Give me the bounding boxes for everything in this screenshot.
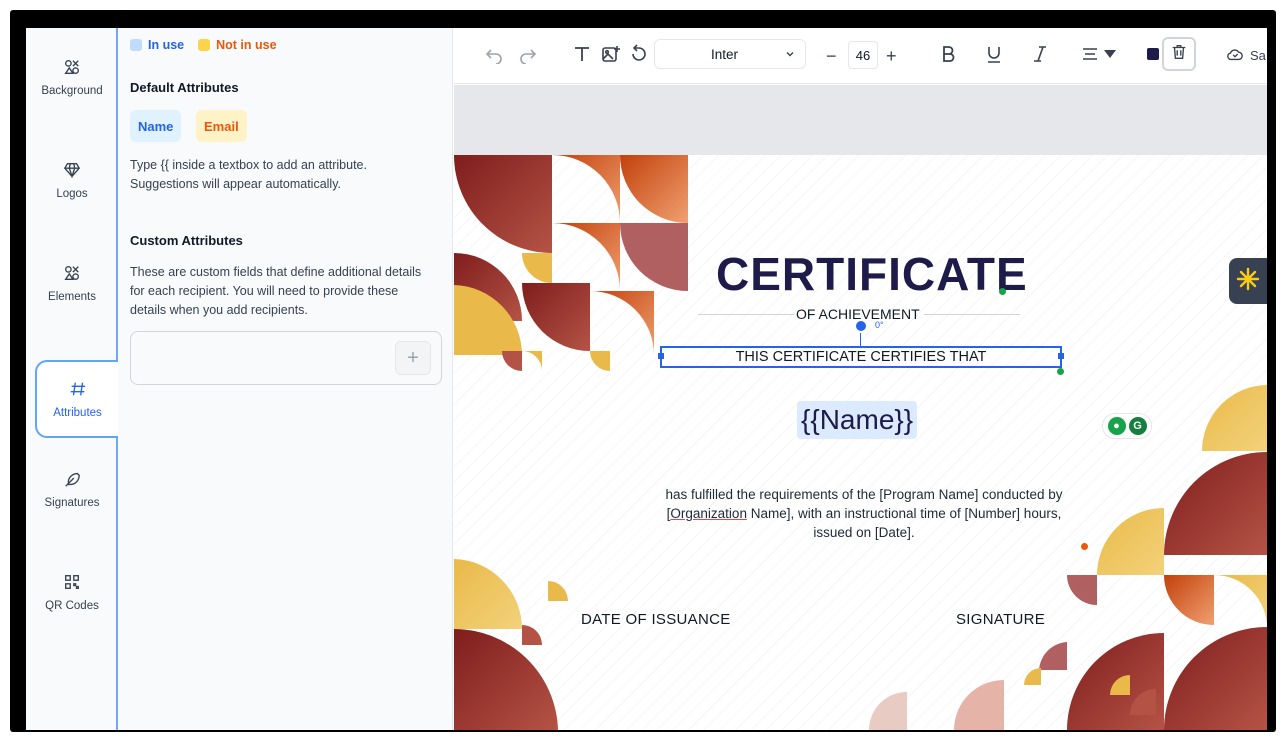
canvas-margin xyxy=(454,85,1267,155)
custom-attribute-input[interactable]: + xyxy=(130,331,442,385)
attribute-chip-name[interactable]: Name xyxy=(130,110,182,142)
reset-button[interactable] xyxy=(629,42,649,70)
resize-handle[interactable] xyxy=(1058,353,1064,359)
rotate-handle[interactable] xyxy=(854,319,868,333)
assistant-widget[interactable] xyxy=(1229,258,1267,304)
default-attributes-help: Type {{ inside a textbox to add an attri… xyxy=(130,158,367,191)
shapes-icon xyxy=(63,58,81,79)
text-align-button[interactable] xyxy=(1080,42,1120,70)
sidebar-item-label: Elements xyxy=(48,290,96,303)
diamond-icon xyxy=(63,161,81,182)
add-attribute-button[interactable]: + xyxy=(395,341,431,375)
underline-button[interactable] xyxy=(984,42,1004,70)
bold-button[interactable] xyxy=(938,42,958,70)
spellcheck-word: Organization xyxy=(670,506,747,521)
font-size-input[interactable]: 46 xyxy=(848,41,878,69)
sidebar-item-elements[interactable]: Elements xyxy=(26,244,118,322)
certificate-canvas[interactable]: CERTIFICATE OF ACHIEVEMENT 0° THIS CERTI… xyxy=(454,155,1267,730)
caret-down-icon xyxy=(1100,44,1120,69)
text-color-swatch[interactable] xyxy=(1147,48,1159,60)
resize-handle[interactable] xyxy=(1057,368,1064,375)
resize-handle[interactable] xyxy=(658,353,664,359)
redo-icon xyxy=(518,44,538,69)
align-center-icon xyxy=(1080,44,1100,69)
custom-attributes-help: These are custom fields that define addi… xyxy=(130,265,422,317)
sidebar-item-label: QR Codes xyxy=(45,599,99,612)
qr-icon xyxy=(63,573,81,594)
not-in-use-swatch xyxy=(198,39,211,51)
name-attribute-placeholder[interactable]: {{Name}} xyxy=(797,401,918,439)
legend-label: In use xyxy=(148,38,185,52)
sidebar-item-background[interactable]: Background xyxy=(26,38,118,116)
add-image-button[interactable] xyxy=(601,42,621,70)
signature-label[interactable]: SIGNATURE xyxy=(956,611,1045,628)
sidebar-item-attributes[interactable]: Attributes xyxy=(35,360,118,438)
decorative-shapes xyxy=(454,155,1267,730)
sidebar-rail: Background Logos Elements Attributes Sig… xyxy=(26,28,118,730)
editor-toolbar: Inter − 46 + Sa xyxy=(454,28,1267,84)
body-line: issued on [Date]. xyxy=(813,525,915,540)
body-text-segment: Name], with an instructional time of [Nu… xyxy=(746,506,1062,521)
font-size-increase-button[interactable]: + xyxy=(886,42,897,70)
certificate-body[interactable]: has fulfilled the requirements of the [P… xyxy=(629,485,1099,542)
selected-textbox[interactable]: THIS CERTIFICATE CERTIFIES THAT xyxy=(658,346,1064,368)
add-text-button[interactable] xyxy=(572,42,592,70)
font-size-decrease-button[interactable]: − xyxy=(826,42,837,70)
shapes-icon xyxy=(63,264,81,285)
custom-attributes-title: Custom Attributes xyxy=(130,233,243,248)
grammarly-icon[interactable]: G xyxy=(1128,417,1147,435)
underline-icon xyxy=(984,44,1004,69)
attribute-chip-email[interactable]: Email xyxy=(196,110,247,142)
feather-icon xyxy=(63,470,81,491)
in-use-swatch xyxy=(130,39,142,51)
certifies-text[interactable]: THIS CERTIFICATE CERTIFIES THAT xyxy=(662,348,1060,366)
certificate-title[interactable]: CERTIFICATE xyxy=(716,247,1028,301)
body-line: [Organization Name], with an instruction… xyxy=(629,504,1099,523)
sidebar-item-signatures[interactable]: Signatures xyxy=(26,450,118,528)
text-icon xyxy=(572,44,592,69)
attributes-panel: In use Not in use Default Attributes Nam… xyxy=(118,28,453,730)
body-line: has fulfilled the requirements of the [P… xyxy=(665,487,1063,502)
undo-icon xyxy=(484,44,504,69)
anchor-dot[interactable] xyxy=(1081,543,1088,550)
trash-icon xyxy=(1170,43,1188,66)
rotate-connector xyxy=(860,333,861,346)
default-attributes-title: Default Attributes xyxy=(130,80,239,95)
save-button[interactable]: Sa xyxy=(1226,45,1266,66)
cloud-icon xyxy=(1226,45,1244,66)
sidebar-item-label: Signatures xyxy=(44,496,100,509)
sidebar-item-qr-codes[interactable]: QR Codes xyxy=(26,553,118,631)
lightbulb-icon[interactable]: ● xyxy=(1107,417,1126,435)
italic-icon xyxy=(1030,44,1050,69)
italic-button[interactable] xyxy=(1030,42,1050,70)
redo-button[interactable] xyxy=(518,42,538,70)
sidebar-item-label: Attributes xyxy=(53,406,102,419)
usage-legend: In use Not in use xyxy=(130,38,277,52)
date-of-issuance-label[interactable]: DATE OF ISSUANCE xyxy=(581,611,731,628)
sidebar-item-label: Logos xyxy=(56,187,88,200)
grammarly-widget[interactable]: ● G xyxy=(1102,413,1152,439)
hash-icon xyxy=(69,380,87,401)
app-screen: Background Logos Elements Attributes Sig… xyxy=(26,28,1267,730)
legend-in-use: In use xyxy=(130,38,184,52)
image-add-icon xyxy=(601,44,621,69)
divider-line xyxy=(924,314,1020,315)
save-label: Sa xyxy=(1250,48,1266,63)
rotation-readout: 0° xyxy=(875,320,884,330)
chevron-down-icon xyxy=(785,47,795,62)
sparkle-icon xyxy=(1235,266,1261,297)
font-family-value: Inter xyxy=(711,46,739,62)
font-family-select[interactable]: Inter xyxy=(654,39,806,69)
resize-handle[interactable] xyxy=(999,288,1006,295)
divider-line xyxy=(698,314,794,315)
legend-not-in-use: Not in use xyxy=(198,38,277,52)
reset-icon xyxy=(629,43,649,69)
sidebar-item-label: Background xyxy=(41,84,103,97)
legend-label: Not in use xyxy=(216,38,277,52)
delete-button[interactable] xyxy=(1162,37,1196,71)
sidebar-item-logos[interactable]: Logos xyxy=(26,141,118,219)
undo-button[interactable] xyxy=(484,42,504,70)
bold-icon xyxy=(938,44,958,69)
